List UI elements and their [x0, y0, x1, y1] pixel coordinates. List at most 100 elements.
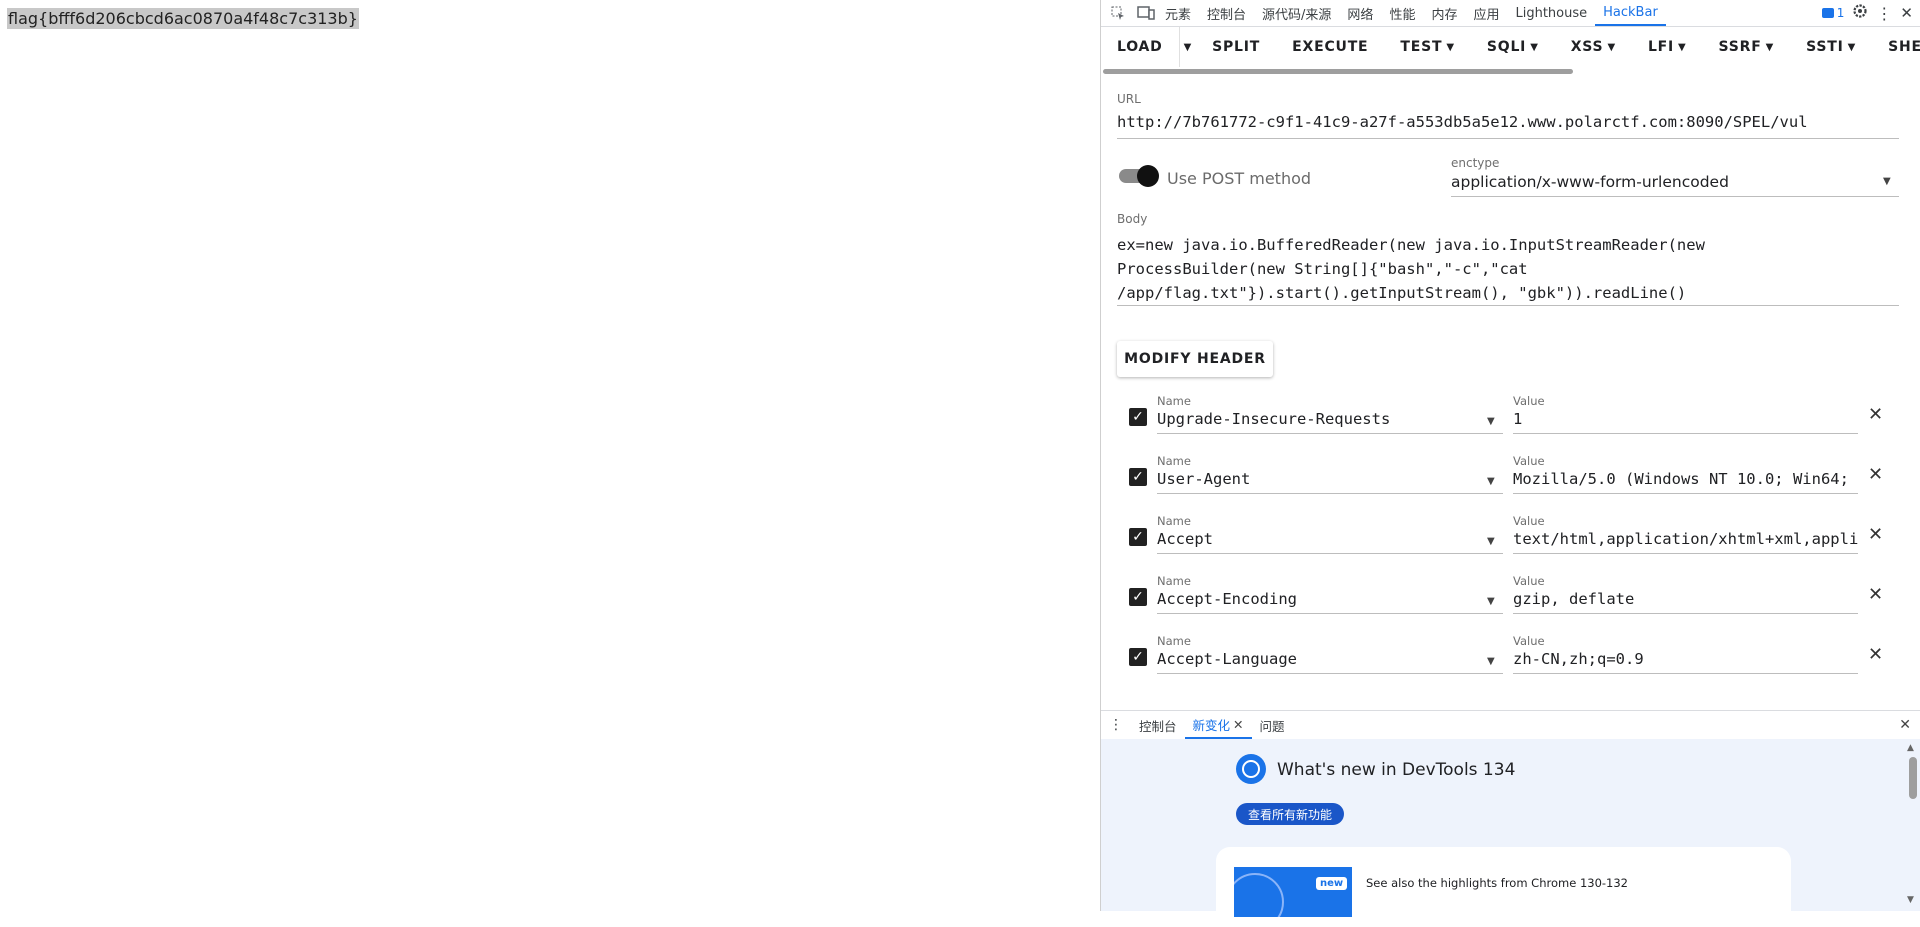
whats-new-title: What's new in DevTools 134	[1277, 760, 1516, 780]
header-name-underline	[1157, 433, 1503, 434]
remove-header-icon[interactable]: ✕	[1868, 584, 1883, 605]
header-enable-checkbox[interactable]: ✓	[1129, 588, 1147, 606]
tab-sources[interactable]: 源代码/来源	[1254, 0, 1339, 26]
drawer-menu-icon[interactable]: ⋮	[1101, 711, 1131, 739]
drawer-tab-issues[interactable]: 问题	[1252, 711, 1293, 739]
settings-gear-icon[interactable]	[1852, 3, 1868, 23]
tab-console[interactable]: 控制台	[1199, 0, 1254, 26]
header-enable-checkbox[interactable]: ✓	[1129, 528, 1147, 546]
drawer-scrollbar-thumb[interactable]	[1909, 757, 1917, 799]
drawer-tab-whats-new[interactable]: 新变化 ✕	[1184, 711, 1252, 739]
new-badge: new	[1316, 877, 1348, 890]
drawer-tab-whats-new-label: 新变化	[1192, 717, 1231, 733]
highlights-thumbnail: new	[1234, 867, 1352, 917]
execute-button[interactable]: EXECUTE	[1276, 27, 1384, 67]
chevron-down-icon[interactable]: ▼	[1487, 656, 1495, 667]
remove-header-icon[interactable]: ✕	[1868, 644, 1883, 665]
header-name-underline	[1157, 673, 1503, 674]
remove-header-icon[interactable]: ✕	[1868, 524, 1883, 545]
ssrf-menu[interactable]: SSRF ▼	[1703, 27, 1791, 67]
header-name-label: Name	[1157, 454, 1191, 468]
load-button[interactable]: LOAD	[1101, 27, 1179, 67]
header-name-input[interactable]: Upgrade-Insecure-Requests	[1157, 410, 1390, 428]
header-value-underline	[1513, 493, 1858, 494]
shell-menu[interactable]: SHELL	[1872, 27, 1920, 67]
scroll-up-icon[interactable]: ▲	[1907, 743, 1914, 753]
header-name-underline	[1157, 553, 1503, 554]
body-label: Body	[1117, 212, 1148, 226]
enctype-select[interactable]: application/x-www-form-urlencoded	[1451, 173, 1729, 191]
chevron-down-icon[interactable]: ▼	[1487, 536, 1495, 547]
highlights-card[interactable]: new See also the highlights from Chrome …	[1216, 847, 1791, 927]
header-value-label: Value	[1513, 514, 1545, 528]
body-textarea[interactable]: ex=new java.io.BufferedReader(new java.i…	[1117, 233, 1897, 305]
header-row: ✓ Name Upgrade-Insecure-Requests ▼ Value…	[1101, 394, 1920, 443]
body-line-3: /app/flag.txt"}).start().getInputStream(…	[1117, 284, 1687, 302]
close-drawer-icon[interactable]: ✕	[1899, 717, 1920, 733]
scrollbar-thumb[interactable]	[1103, 69, 1573, 74]
xss-menu[interactable]: XSS ▼	[1555, 27, 1632, 67]
chevron-down-icon[interactable]: ▼	[1487, 476, 1495, 487]
chevron-down-icon: ▼	[1678, 41, 1687, 53]
close-tab-icon[interactable]: ✕	[1233, 717, 1243, 732]
drawer-tab-console[interactable]: 控制台	[1131, 711, 1185, 739]
post-method-toggle[interactable]	[1119, 165, 1159, 187]
see-all-features-button[interactable]: 查看所有新功能	[1236, 803, 1345, 825]
tab-network[interactable]: 网络	[1339, 0, 1381, 26]
ssti-menu[interactable]: SSTI ▼	[1790, 27, 1872, 67]
issues-count: 1	[1836, 6, 1845, 20]
remove-header-icon[interactable]: ✕	[1868, 464, 1883, 485]
xss-label: XSS	[1570, 39, 1604, 55]
scroll-down-icon[interactable]: ▼	[1907, 895, 1914, 905]
close-devtools-icon[interactable]: ✕	[1900, 4, 1913, 22]
header-value-input[interactable]: Mozilla/5.0 (Windows NT 10.0; Win64; x64…	[1513, 470, 1858, 488]
devtools-panel: 元素 控制台 源代码/来源 网络 性能 内存 应用 Lighthouse Hac…	[1100, 0, 1920, 927]
header-name-input[interactable]: Accept	[1157, 530, 1213, 548]
header-name-input[interactable]: Accept-Language	[1157, 650, 1297, 668]
url-underline	[1117, 138, 1899, 139]
toolbar-scrollbar[interactable]	[1101, 68, 1920, 74]
inspect-element-icon[interactable]	[1107, 2, 1129, 24]
header-enable-checkbox[interactable]: ✓	[1129, 648, 1147, 666]
tab-elements[interactable]: 元素	[1157, 0, 1199, 26]
post-method-label: Use POST method	[1167, 169, 1312, 188]
header-name-input[interactable]: User-Agent	[1157, 470, 1250, 488]
remove-header-icon[interactable]: ✕	[1868, 404, 1883, 425]
header-name-input[interactable]: Accept-Encoding	[1157, 590, 1297, 608]
tab-memory[interactable]: 内存	[1423, 0, 1465, 26]
tab-application[interactable]: 应用	[1465, 0, 1507, 26]
body-line-1: ex=new java.io.BufferedReader(new java.i…	[1117, 236, 1705, 254]
header-name-label: Name	[1157, 514, 1191, 528]
tab-lighthouse[interactable]: Lighthouse	[1507, 0, 1595, 26]
message-icon	[1821, 8, 1834, 18]
test-menu[interactable]: TEST ▼	[1384, 27, 1470, 67]
issues-badge[interactable]: 1	[1821, 6, 1845, 20]
header-name-label: Name	[1157, 394, 1191, 408]
enctype-underline	[1451, 196, 1899, 197]
header-enable-checkbox[interactable]: ✓	[1129, 468, 1147, 486]
load-dropdown-icon[interactable]: ▼	[1178, 27, 1197, 67]
chrome-devtools-logo-icon	[1236, 754, 1266, 784]
header-value-input[interactable]: gzip, deflate	[1513, 590, 1858, 608]
lfi-menu[interactable]: LFI ▼	[1632, 27, 1703, 67]
header-value-input[interactable]: zh-CN,zh;q=0.9	[1513, 650, 1858, 668]
device-toolbar-icon[interactable]	[1135, 2, 1157, 24]
modify-header-button[interactable]: MODIFY HEADER	[1117, 341, 1273, 377]
header-value-input[interactable]: text/html,application/xhtml+xml,applicat…	[1513, 530, 1858, 548]
header-value-input[interactable]: 1	[1513, 410, 1858, 428]
ssti-label: SSTI	[1806, 39, 1844, 55]
toggle-knob	[1137, 165, 1159, 187]
url-input[interactable]: http://7b761772-c9f1-41c9-a27f-a553db5a5…	[1117, 113, 1808, 131]
tab-hackbar[interactable]: HackBar	[1595, 0, 1666, 26]
chevron-down-icon[interactable]: ▼	[1487, 416, 1495, 427]
tab-performance[interactable]: 性能	[1381, 0, 1423, 26]
header-value-underline	[1513, 433, 1858, 434]
sqli-menu[interactable]: SQLI ▼	[1471, 27, 1555, 67]
split-button[interactable]: SPLIT	[1196, 27, 1276, 67]
header-enable-checkbox[interactable]: ✓	[1129, 408, 1147, 426]
header-value-underline	[1513, 673, 1858, 674]
test-label: TEST	[1400, 39, 1443, 55]
chevron-down-icon[interactable]: ▼	[1487, 596, 1495, 607]
header-value-underline	[1513, 613, 1858, 614]
more-options-icon[interactable]: ⋮	[1876, 4, 1892, 23]
